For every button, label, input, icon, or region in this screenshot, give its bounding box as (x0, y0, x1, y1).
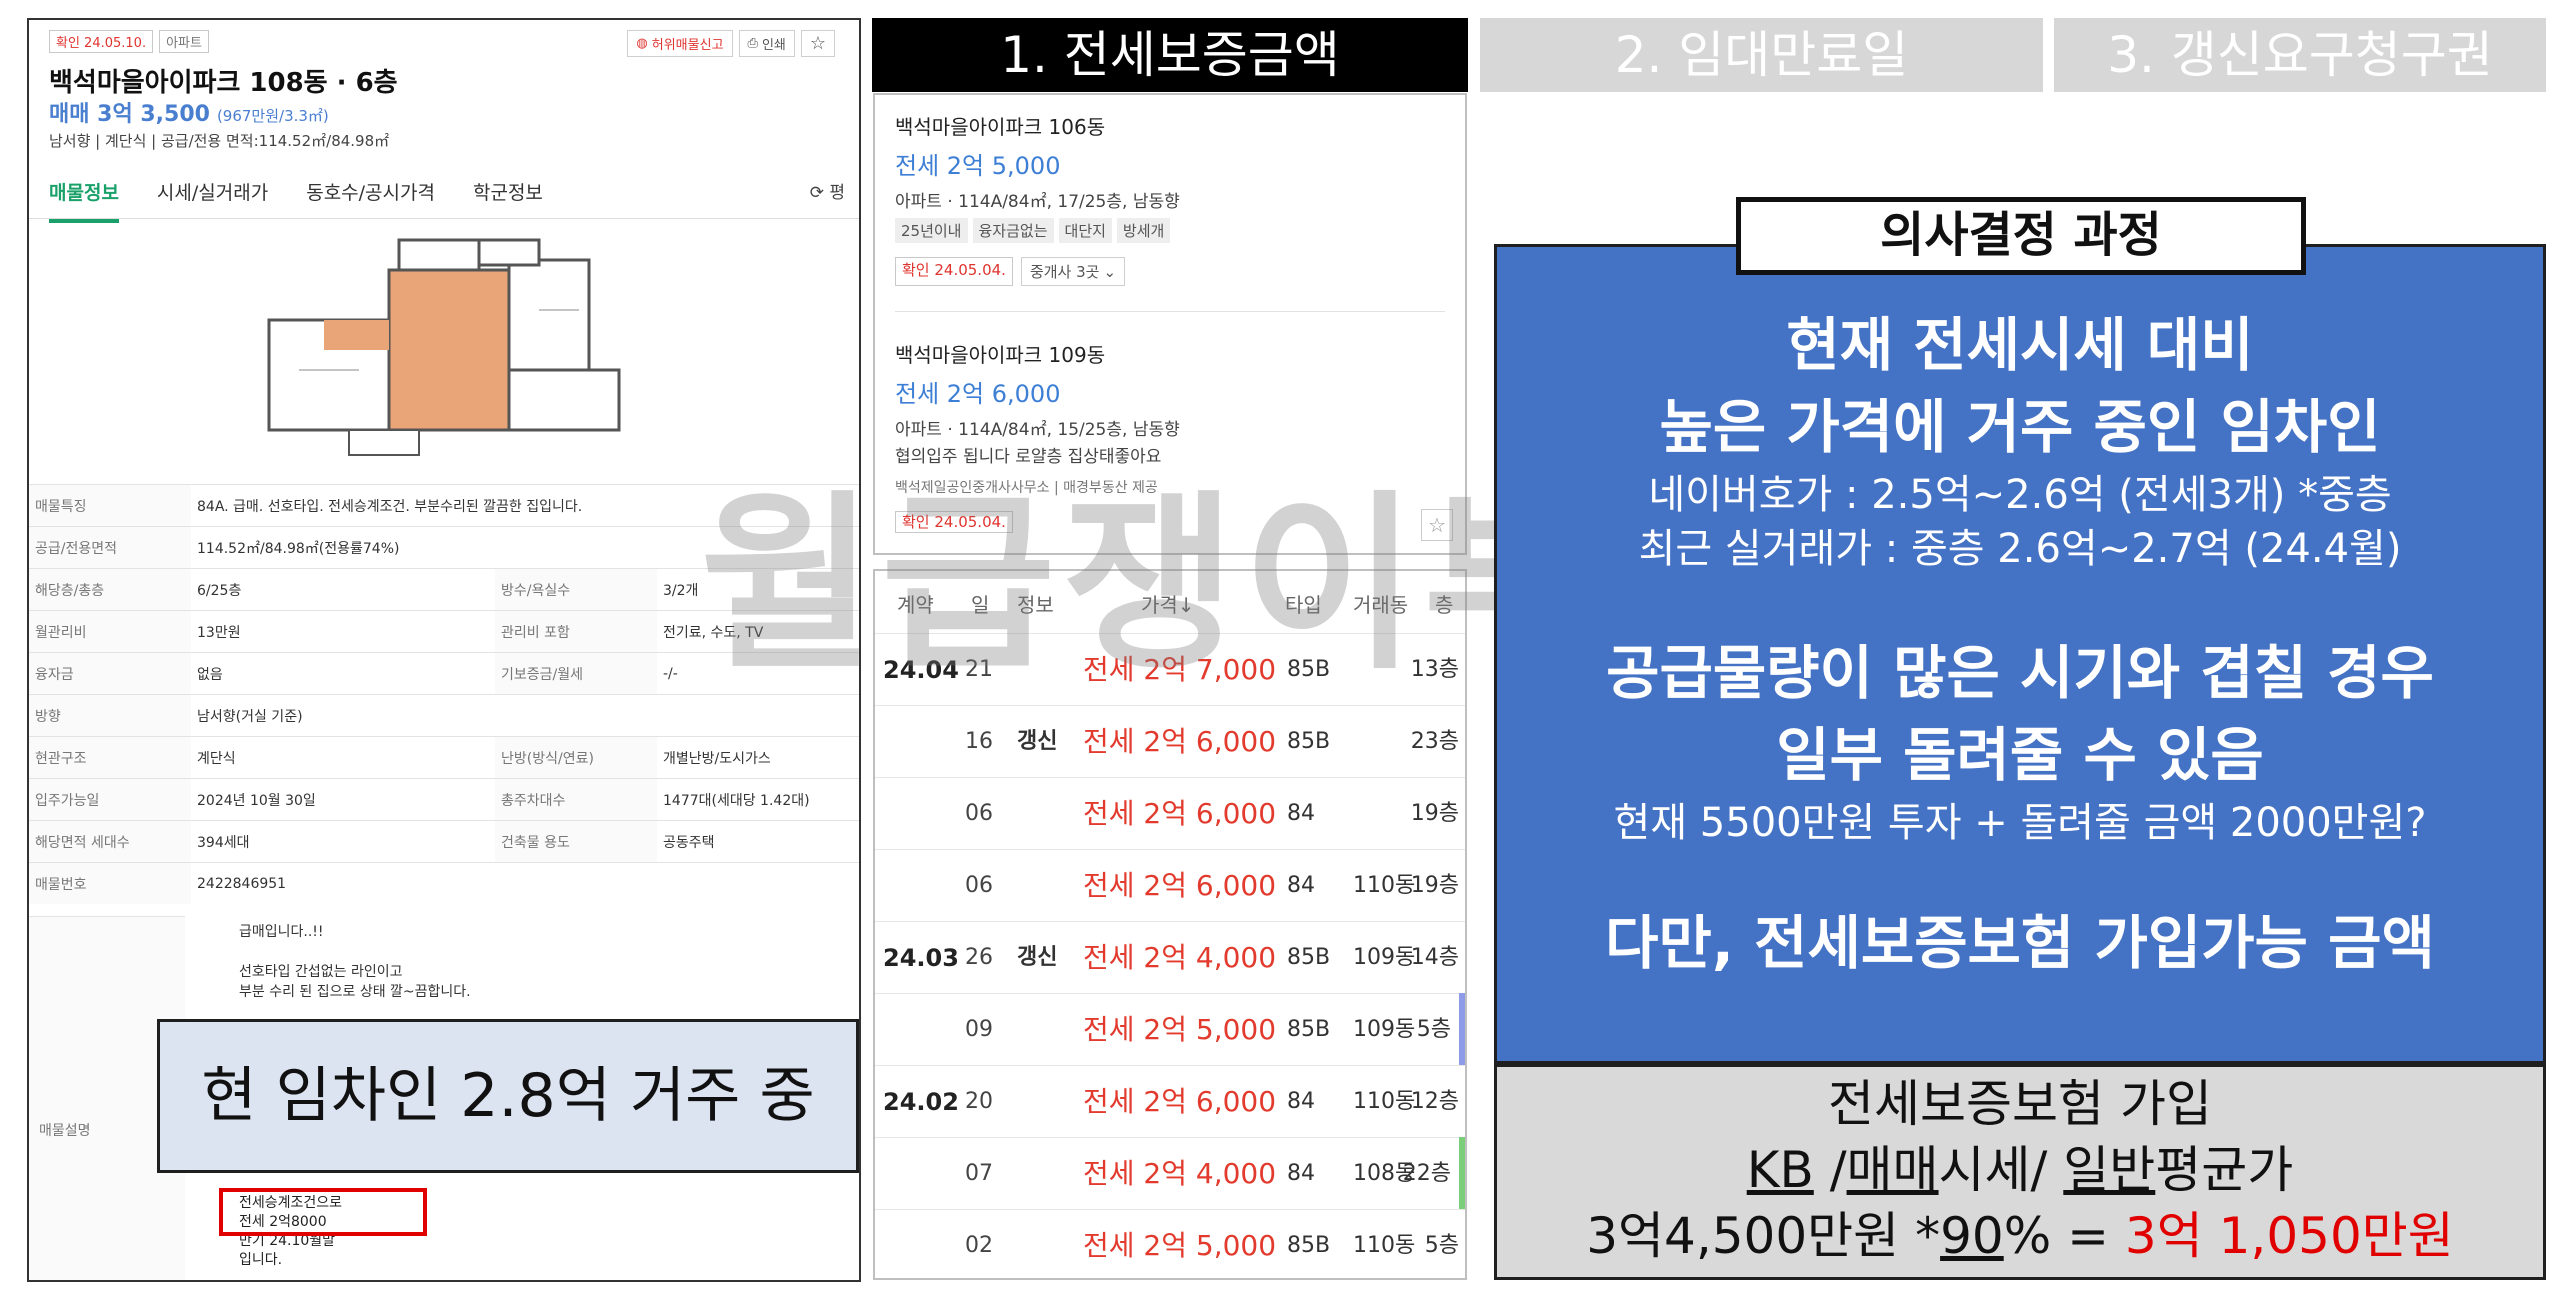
table-row: 02 전세 2억 5,000 85B 110동 5층 (875, 1209, 1465, 1278)
listing-chips: 25년이내 융자금없는 대단지 방세개 (895, 218, 1455, 243)
decision-note-3: 현재 5500만원 투자 + 돌려줄 금액 2000만원? (1613, 800, 2427, 846)
tenant-note: 현 임차인 2.8억 거주 중 (157, 1019, 859, 1173)
listing-meta: 아파트 · 114A/84㎡, 17/25층, 남동향 (895, 192, 1180, 212)
print-icon: ⎙ (747, 36, 758, 51)
feature-chip: 25년이내 (895, 218, 968, 243)
list-divider (895, 311, 1445, 312)
listing-actions: ◍ 허위매물신고 ⎙ 인쇄 ☆ (627, 30, 835, 57)
listing-description: 급매입니다..!! 선호타입 간섭없는 라인이고 부분 수리 된 집으로 상태 … (239, 924, 471, 1000)
info-row: 매물번호 2422846951 (29, 862, 859, 904)
table-row: 24.03 26 갱신 전세 2억 4,000 85B 109동 14층 (875, 921, 1465, 994)
decision-heading-3: 공급물량이 많은 시기와 겹칠 경우 (1606, 639, 2434, 707)
area-unit-toggle[interactable]: ⟳ 평 (810, 178, 845, 203)
decision-heading-5: 다만, 전세보증보험 가입가능 금액 (1605, 909, 2435, 977)
info-row: 현관구조 계단식 난방(방식/연료) 개별난방/도시가스 (29, 736, 859, 779)
decision-note-1: 네이버호가 : 2.5억~2.6억 (전세3개) *중층 (1648, 472, 2392, 518)
info-row: 해당면적 세대수 394세대 건축물 용도 공동주택 (29, 820, 859, 863)
listing-title: 백석마을아이파크 108동 · 6층 (49, 68, 398, 98)
confirm-tag: 확인 24.05.10. (49, 30, 154, 53)
insurance-title: 전세보증보험 가입 (1828, 1075, 2212, 1133)
desc-label: 매물설명 (39, 1123, 91, 1139)
step-2-header: 2. 임대만료일 (1480, 18, 2043, 92)
list-item[interactable]: 백석마을아이파크 106동 전세 2억 5,000 아파트 · 114A/84㎡… (895, 111, 1455, 286)
table-row: 07 전세 2억 4,000 84 108동 22층 (875, 1137, 1465, 1210)
table-row: 06 전세 2억 6,000 84 110동 19층 (875, 849, 1465, 922)
listing-price: 전세 2억 6,000 (895, 380, 1061, 408)
row-marker (1459, 993, 1465, 1065)
floor-plan-image (267, 238, 621, 456)
listing-price: 전세 2억 5,000 (895, 152, 1061, 180)
listing-price: 매매 3억 3,500 (967만원/3.3㎡) (49, 102, 329, 127)
insurance-box: 전세보증보험 가입 KB /매매시세/ 일반평균가 3억4,500만원 *90%… (1494, 1064, 2546, 1280)
info-row: 입주가능일 2024년 10월 30일 총주차대수 1477대(세대당 1.42대) (29, 778, 859, 821)
report-button[interactable]: ◍ 허위매물신고 (627, 30, 733, 57)
confirm-tag: 확인 24.05.04. (895, 257, 1013, 286)
table-row: 24.02 20 전세 2억 6,000 84 110동 12층 (875, 1065, 1465, 1138)
insurance-result: 3억 1,050만원 (2124, 1207, 2454, 1265)
chevron-down-icon: ⌄ (1103, 262, 1117, 281)
table-row: 16 갱신 전세 2억 6,000 85B 23층 (875, 705, 1465, 778)
refresh-icon: ⟳ (809, 183, 830, 203)
decision-box: 현재 전세시세 대비 높은 가격에 거주 중인 임차인 네이버호가 : 2.5억… (1494, 244, 2546, 1064)
tab-school[interactable]: 학군정보 (473, 178, 543, 223)
table-body: 24.04 21 전세 2억 7,000 85B 13층 16 갱신 전세 2억 6,000… (875, 633, 1465, 1278)
decision-note-2: 최근 실거래가 : 중층 2.6억~2.7억 (24.4월) (1638, 526, 2402, 572)
row-marker (1459, 1137, 1465, 1209)
tab-divider (29, 218, 859, 219)
tab-listing-info[interactable]: 매물정보 (49, 178, 119, 223)
listing-name: 백석마을아이파크 109동 (895, 343, 1106, 367)
decision-heading-4: 일부 돌려줄 수 있음 (1776, 721, 2264, 789)
step-1-header: 1. 전세보증금액 (872, 18, 1468, 92)
insurance-basis: KB /매매시세/ 일반평균가 (1746, 1141, 2294, 1199)
agents-dropdown[interactable]: 중개사 3곳 ⌄ (1020, 257, 1126, 286)
insurance-calc: 3억4,500만원 *90% = 3억 1,050만원 (1586, 1207, 2454, 1265)
listing-name: 백석마을아이파크 106동 (895, 115, 1106, 139)
decision-heading-2: 높은 가격에 거주 중인 임차인 (1659, 393, 2381, 461)
decision-heading-1: 현재 전세시세 대비 (1786, 311, 2254, 379)
listing-summary: 남서향 | 계단식 | 공급/전용 면적:114.52㎡/84.98㎡ (49, 132, 390, 150)
tab-unit[interactable]: 동호수/공시가격 (306, 178, 435, 223)
listing-footer: 확인 24.05.04. 중개사 3곳 ⌄ (895, 257, 1455, 286)
feature-chip: 대단지 (1058, 218, 1112, 243)
listing-tabs: 매물정보 시세/실거래가 동호수/공시가격 학군정보 (49, 178, 543, 223)
siren-icon: ◍ (636, 36, 648, 51)
highlight-box (219, 1188, 427, 1236)
type-tag: 아파트 (159, 30, 209, 53)
listing-tags: 확인 24.05.10. 아파트 (49, 30, 209, 53)
favorite-star-icon[interactable]: ☆ (800, 30, 835, 57)
print-button[interactable]: ⎙ 인쇄 (738, 30, 795, 57)
step-3-header: 3. 갱신요구청구권 (2054, 18, 2546, 92)
feature-chip: 방세개 (1116, 218, 1171, 243)
decision-label: 의사결정 과정 (1736, 197, 2306, 275)
tab-price[interactable]: 시세/실거래가 (157, 178, 268, 223)
table-row: 09 전세 2억 5,000 85B 109동 5층 (875, 993, 1465, 1066)
table-row: 06 전세 2억 6,000 84 19층 (875, 777, 1465, 850)
feature-chip: 융자금없는 (972, 218, 1054, 243)
